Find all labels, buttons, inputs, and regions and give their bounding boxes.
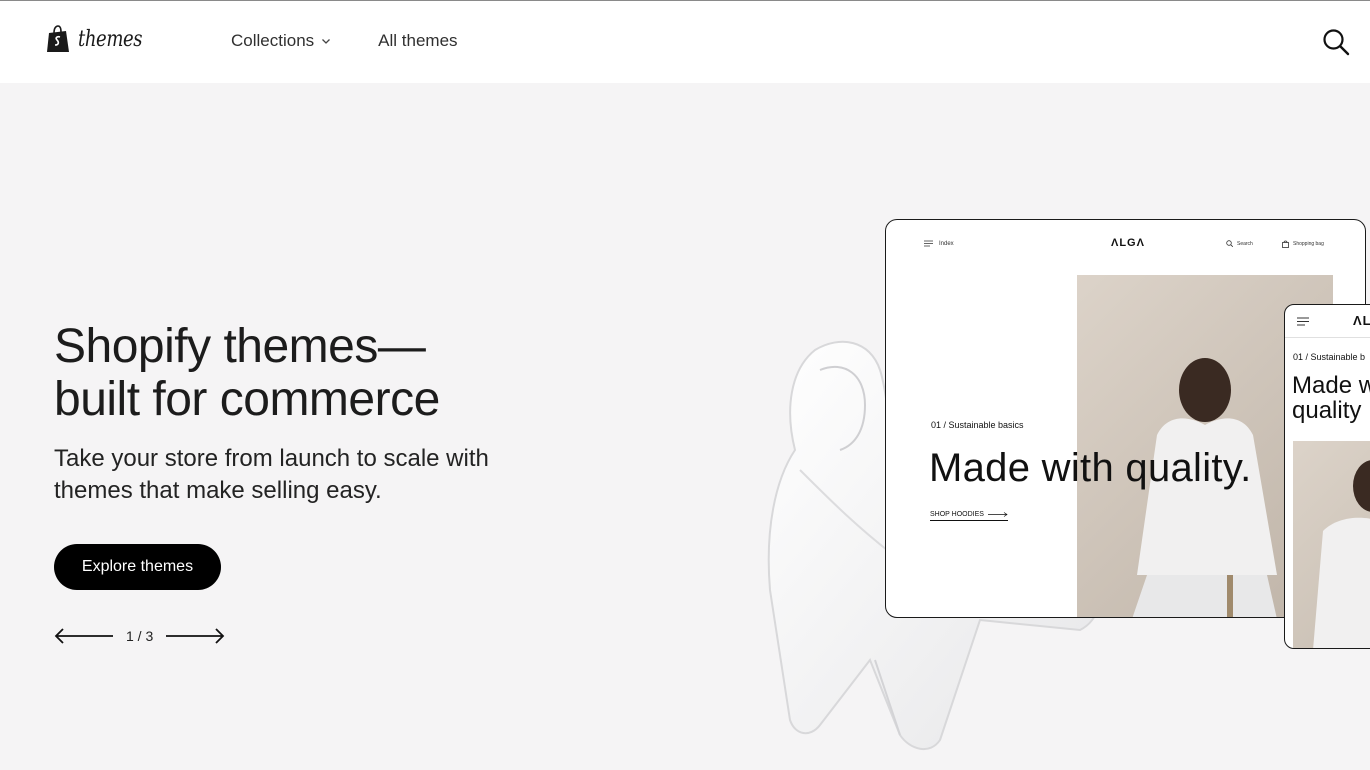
preview-search-label: Search (1237, 240, 1253, 247)
explore-themes-button[interactable]: Explore themes (54, 544, 221, 590)
arrow-right-icon (987, 512, 1008, 517)
hero-subtitle: Take your store from launch to scale wit… (54, 445, 489, 504)
mobile-theme-preview: ΛLG 01 / Sustainable b Made w quality (1284, 304, 1370, 649)
preview-bag: Shopping bag (1282, 240, 1324, 248)
mobile-headline: Made w quality (1292, 373, 1370, 423)
hero-title-line2: built for commerce (54, 373, 440, 426)
arrow-right-icon[interactable] (165, 626, 225, 646)
mobile-divider (1285, 337, 1370, 338)
chevron-down-icon (322, 39, 331, 44)
mobile-kicker: 01 / Sustainable b (1293, 352, 1366, 362)
hero-title: Shopify themes— built for commerce (54, 320, 614, 426)
arrow-left-icon[interactable] (54, 626, 114, 646)
mobile-headline-line2: quality (1292, 397, 1362, 424)
mobile-brand: ΛLG (1353, 313, 1370, 328)
mobile-headline-line1: Made w (1292, 372, 1370, 399)
menu-icon (1297, 317, 1309, 326)
preview-headline: Made with quality. (929, 446, 1252, 490)
hero-title-line1: Shopify themes— (54, 320, 426, 373)
preview-shop-link: SHOP HOODIES (930, 511, 1008, 521)
search-icon (1226, 240, 1233, 247)
logo-text: themes (78, 26, 143, 52)
preview-search: Search (1226, 240, 1253, 247)
nav-collections-label: Collections (231, 31, 315, 50)
nav-all-themes-label: All themes (378, 31, 458, 50)
preview-bag-label: Shopping bag (1293, 241, 1324, 247)
nav-all-themes[interactable]: All themes (378, 31, 457, 51)
menu-icon (924, 240, 933, 247)
preview-menu: Index (924, 240, 954, 247)
site-header: themes Collections All themes (0, 1, 1370, 83)
preview-kicker: 01 / Sustainable basics (931, 420, 1024, 430)
bag-icon (1282, 240, 1289, 248)
preview-shop-link-label: SHOP HOODIES (930, 511, 984, 518)
preview-menu-label: Index (939, 240, 954, 247)
carousel-pager: 1 / 3 (54, 626, 225, 646)
nav-collections[interactable]: Collections (231, 31, 331, 51)
mobile-model-photo (1293, 441, 1370, 648)
shopify-bag-icon (47, 25, 69, 52)
shopify-themes-logo[interactable]: themes (46, 25, 156, 53)
main-nav: Collections All themes (231, 31, 458, 51)
pager-count: 1 / 3 (126, 628, 154, 644)
preview-brand: ΛLGΛ (1111, 237, 1145, 249)
search-icon[interactable] (1322, 28, 1350, 56)
